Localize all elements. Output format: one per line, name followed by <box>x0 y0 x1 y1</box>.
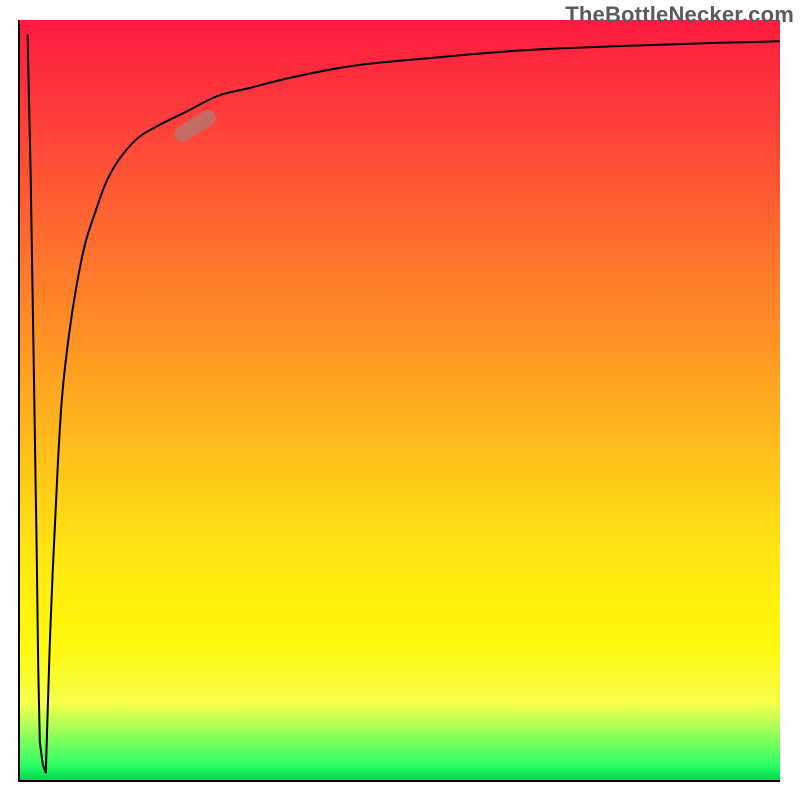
watermark-text: TheBottleNecker.com <box>565 2 794 28</box>
x-axis <box>20 780 780 782</box>
plot-background-gradient <box>20 20 780 780</box>
chart-stage: TheBottleNecker.com <box>0 0 800 800</box>
y-axis <box>18 20 20 782</box>
